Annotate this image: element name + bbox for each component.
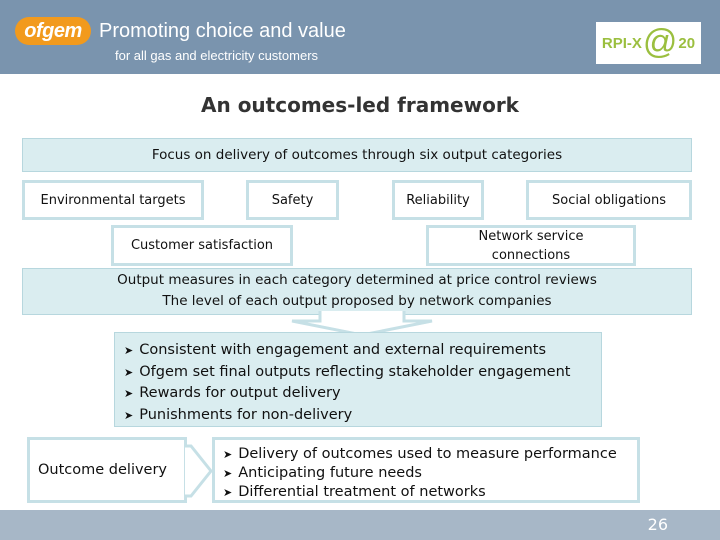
category-reliability: Reliability — [392, 180, 484, 220]
outcome-delivery-box: Outcome delivery — [27, 437, 187, 503]
bullet-item: ➤ Rewards for output delivery — [124, 383, 601, 405]
arrow-bullet-icon: ➤ — [223, 448, 233, 461]
at-icon: @ — [642, 23, 678, 61]
category-safety: Safety — [246, 180, 339, 220]
focus-band: Focus on delivery of outcomes through si… — [22, 138, 692, 172]
category-network-service-connections: Network service connections — [426, 225, 636, 266]
arrow-bullet-icon: ➤ — [124, 344, 134, 357]
outcome-bullets-box: ➤ Delivery of outcomes used to measure p… — [212, 437, 640, 503]
tagline: Promoting choice and value — [99, 20, 346, 42]
category-label: Customer satisfaction — [130, 238, 274, 253]
category-label: Reliability — [406, 192, 470, 208]
bullet-item: ➤ Differential treatment of networks — [223, 483, 637, 502]
bullet-text: Differential treatment of networks — [238, 484, 486, 500]
category-customer-satisfaction: Customer satisfaction — [111, 225, 293, 266]
measures-line-2: The level of each output proposed by net… — [162, 293, 552, 309]
category-label: Environmental targets — [40, 192, 186, 208]
focus-band-text: Focus on delivery of outcomes through si… — [151, 147, 563, 163]
bullet-text: Delivery of outcomes used to measure per… — [238, 446, 617, 462]
arrow-bullet-icon: ➤ — [223, 467, 233, 480]
category-social-obligations: Social obligations — [526, 180, 692, 220]
bullet-item: ➤ Delivery of outcomes used to measure p… — [223, 445, 637, 464]
slide-title: An outcomes-led framework — [201, 93, 519, 117]
bullet-item: ➤ Consistent with engagement and externa… — [124, 340, 601, 362]
bullet-item: ➤ Punishments for non-delivery — [124, 405, 601, 427]
rpi-x-20-logo: RPI-X @ 20 — [596, 22, 701, 64]
ofgem-logo: ofgem — [15, 17, 91, 45]
bullet-text: Rewards for output delivery — [139, 385, 341, 401]
requirements-panel: ➤ Consistent with engagement and externa… — [114, 332, 602, 427]
category-environmental-targets: Environmental targets — [22, 180, 204, 220]
category-label: Network service connections — [478, 228, 584, 263]
bullet-item: ➤ Ofgem set final outputs reflecting sta… — [124, 362, 601, 384]
bullet-text: Punishments for non-delivery — [139, 406, 353, 423]
measures-band: Output measures in each category determi… — [22, 268, 692, 315]
header-banner: ofgem Promoting choice and value for all… — [0, 0, 720, 74]
category-label: Social obligations — [552, 192, 666, 208]
outcome-delivery-label: Outcome delivery — [38, 461, 168, 478]
page-number: 26 — [647, 515, 668, 534]
bullet-text: Consistent with engagement and external … — [139, 342, 547, 358]
footer-bar: 26 — [0, 510, 720, 540]
badge-right: 20 — [678, 34, 696, 52]
bullet-item: ➤ Anticipating future needs — [223, 464, 637, 483]
arrow-bullet-icon: ➤ — [124, 408, 134, 422]
bullet-text: Anticipating future needs — [238, 465, 422, 481]
badge-left: RPI-X — [601, 34, 642, 52]
measures-line-1: Output measures in each category determi… — [117, 272, 597, 288]
bullet-text: Ofgem set final outputs reflecting stake… — [139, 363, 571, 380]
subtagline: for all gas and electricity customers — [115, 48, 319, 63]
right-arrow-icon — [185, 444, 213, 498]
category-label: Safety — [271, 192, 314, 208]
arrow-bullet-icon: ➤ — [223, 486, 233, 499]
arrow-bullet-icon: ➤ — [124, 365, 134, 379]
arrow-bullet-icon: ➤ — [124, 387, 134, 400]
